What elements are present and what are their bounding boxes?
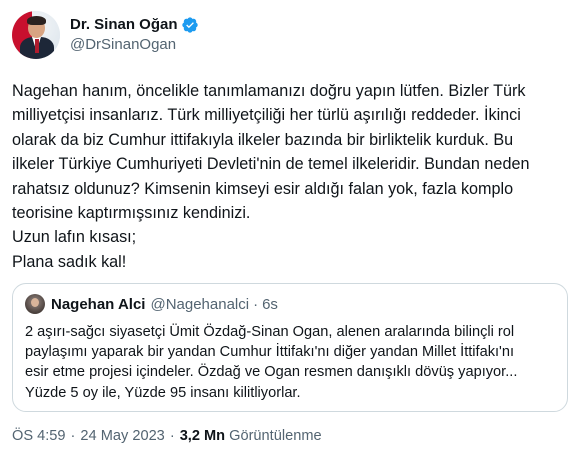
tweet-meta: ÖS 4:59 · 24 May 2023 · 3,2 Mn Görüntüle… (12, 426, 322, 446)
tweet-text-line: rahatsız oldunuz? Kimsenin kimseyi esir … (12, 179, 514, 198)
tweet-time[interactable]: ÖS 4:59 (12, 428, 66, 444)
tweet-header: Dr. Sinan Oğan @DrSinanOgan (12, 10, 199, 60)
quoted-text-line: 2 aşırı-sağcı siyasetçi Ümit Özdağ-Sinan… (25, 324, 515, 340)
views-label: Görüntülenme (229, 428, 322, 444)
quoted-tweet-text: 2 aşırı-sağcı siyasetçi Ümit Özdağ-Sinan… (25, 322, 560, 403)
tweet-text-line: teorisine kaptırmışsınız kendinizi. (12, 204, 251, 223)
quoted-avatar (25, 294, 45, 314)
quoted-timestamp: 6s (262, 295, 278, 313)
verified-badge-icon (181, 17, 198, 33)
author-handle[interactable]: @DrSinanOgan (70, 35, 199, 55)
tweet-text-line: milliyetçisi insanlarız. Türk milliyetçi… (12, 106, 521, 125)
quoted-text-line: esir etme projesi içindeler. Özdağ ve Og… (25, 364, 518, 381)
tweet-text-line: Uzun lafın kısası; (12, 228, 137, 247)
dot-separator: · (253, 295, 259, 313)
quoted-tweet[interactable]: Nagehan Alci @Nagehanalci · 6s 2 aşırı-s… (12, 283, 568, 412)
tweet-text-line: ilkeler Türkiye Cumhuriyeti Devleti'nin … (12, 155, 530, 174)
views-count: 3,2 Mn (179, 428, 226, 444)
tweet-date[interactable]: 24 May 2023 (80, 428, 164, 444)
dot-separator: · (70, 428, 76, 444)
tweet: Dr. Sinan Oğan @DrSinanOgan Nagehan hanı… (0, 0, 582, 458)
author-display-name[interactable]: Dr. Sinan Oğan (70, 15, 178, 35)
quoted-text-line: Yüzde 5 oy ile, Yüzde 95 insanı kilitliy… (25, 384, 301, 401)
tweet-text-line: olarak da biz Cumhur ittifakıyla ilkeler… (12, 130, 514, 149)
avatar[interactable] (12, 11, 60, 59)
tweet-text: Nagehan hanım, öncelikle tanımlamanızı d… (12, 79, 577, 274)
tweet-text-line: Plana sadık kal! (12, 252, 127, 271)
author-info: Dr. Sinan Oğan @DrSinanOgan (70, 15, 199, 55)
tweet-text-line: Nagehan hanım, öncelikle tanımlamanızı d… (12, 82, 526, 100)
quoted-handle: @Nagehanalci (150, 295, 250, 313)
quoted-display-name: Nagehan Alci (51, 295, 146, 313)
quoted-text-line: paylaşımı yaparak bir yandan Cumhur İtti… (25, 344, 515, 361)
quoted-tweet-header: Nagehan Alci @Nagehanalci · 6s (25, 294, 278, 314)
dot-separator: · (169, 428, 175, 444)
